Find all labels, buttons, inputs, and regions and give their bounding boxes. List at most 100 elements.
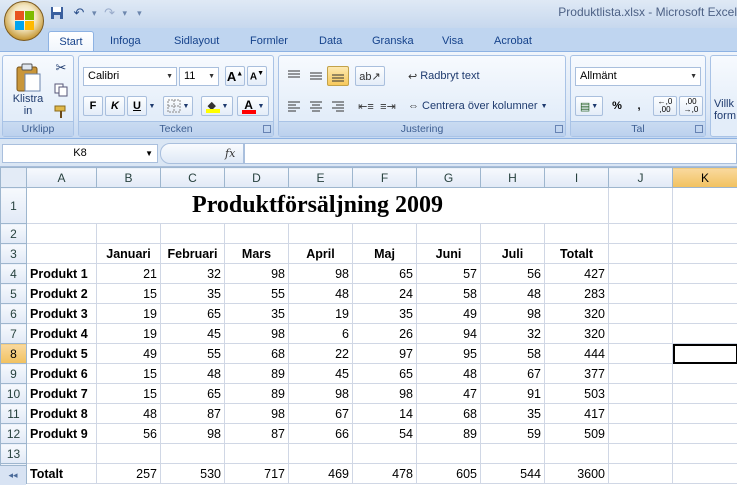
row-total-cell[interactable]: 320 <box>544 323 609 344</box>
cell[interactable] <box>416 443 481 464</box>
value-cell[interactable]: 67 <box>480 363 545 384</box>
value-cell[interactable]: 19 <box>288 303 353 324</box>
cell[interactable] <box>672 303 737 324</box>
tab-visa[interactable]: Visa <box>436 31 469 52</box>
column-header[interactable]: I <box>544 167 609 188</box>
cell[interactable] <box>608 303 673 324</box>
total-cell[interactable]: 478 <box>352 463 417 484</box>
value-cell[interactable]: 14 <box>352 403 417 424</box>
undo-dropdown-icon[interactable]: ▾ <box>92 8 97 19</box>
product-name-cell[interactable]: Produkt 2 <box>26 283 97 304</box>
month-header-cell[interactable]: Juni <box>416 243 481 264</box>
value-cell[interactable]: 45 <box>288 363 353 384</box>
wrap-text-button[interactable]: ↩ Radbryt text <box>407 66 497 86</box>
cell[interactable] <box>672 463 737 484</box>
row-total-cell[interactable]: 427 <box>544 263 609 284</box>
grow-font-button[interactable]: A▲ <box>225 66 245 86</box>
decrease-decimal-button[interactable]: ,00 →,0 <box>679 96 703 116</box>
value-cell[interactable]: 98 <box>352 383 417 404</box>
row-total-cell[interactable]: 283 <box>544 283 609 304</box>
row-header[interactable]: 12 <box>0 423 27 444</box>
insert-function-icon[interactable]: fx <box>225 147 235 160</box>
cell[interactable] <box>26 243 97 264</box>
number-format-select[interactable]: Allmänt ▼ <box>575 67 701 86</box>
value-cell[interactable]: 95 <box>416 343 481 364</box>
total-cell[interactable]: 605 <box>416 463 481 484</box>
value-cell[interactable]: 6 <box>288 323 353 344</box>
font-dialog-launcher-icon[interactable] <box>263 125 271 133</box>
tab-acrobat[interactable]: Acrobat <box>488 31 538 52</box>
total-cell[interactable]: 530 <box>160 463 225 484</box>
value-cell[interactable]: 19 <box>96 303 161 324</box>
cell[interactable] <box>672 363 737 384</box>
total-cell[interactable]: 717 <box>224 463 289 484</box>
month-header-cell[interactable]: Februari <box>160 243 225 264</box>
select-all-button[interactable] <box>0 167 27 188</box>
value-cell[interactable]: 35 <box>352 303 417 324</box>
value-cell[interactable]: 56 <box>480 263 545 284</box>
product-name-cell[interactable]: Produkt 9 <box>26 423 97 444</box>
cell[interactable] <box>672 283 737 304</box>
product-name-cell[interactable]: Produkt 4 <box>26 323 97 344</box>
row-header[interactable]: 3 <box>0 243 27 264</box>
column-header[interactable]: H <box>480 167 545 188</box>
value-cell[interactable]: 21 <box>96 263 161 284</box>
percent-style-button[interactable]: % <box>607 96 627 116</box>
underline-button[interactable]: U <box>127 96 147 116</box>
value-cell[interactable]: 58 <box>416 283 481 304</box>
month-header-cell[interactable]: Juli <box>480 243 545 264</box>
row-total-cell[interactable]: 377 <box>544 363 609 384</box>
copy-button[interactable] <box>51 80 71 100</box>
value-cell[interactable]: 94 <box>416 323 481 344</box>
align-left-button[interactable] <box>283 96 305 116</box>
value-cell[interactable]: 26 <box>352 323 417 344</box>
value-cell[interactable]: 54 <box>352 423 417 444</box>
product-name-cell[interactable]: Produkt 8 <box>26 403 97 424</box>
value-cell[interactable]: 97 <box>352 343 417 364</box>
value-cell[interactable]: 87 <box>160 403 225 424</box>
row-header[interactable]: 7 <box>0 323 27 344</box>
row-header[interactable]: 9 <box>0 363 27 384</box>
row-header[interactable]: 6 <box>0 303 27 324</box>
month-header-cell[interactable]: Mars <box>224 243 289 264</box>
cell[interactable] <box>608 443 673 464</box>
cell[interactable] <box>608 187 673 224</box>
cell[interactable] <box>672 423 737 444</box>
align-center-button[interactable] <box>305 96 327 116</box>
tab-sidlayout[interactable]: Sidlayout <box>168 31 225 52</box>
value-cell[interactable]: 22 <box>288 343 353 364</box>
cell[interactable] <box>608 383 673 404</box>
row-header[interactable]: 13 <box>0 443 27 464</box>
cell[interactable] <box>672 187 737 224</box>
cell[interactable] <box>672 263 737 284</box>
cell[interactable] <box>608 323 673 344</box>
orientation-button[interactable]: ab↗ <box>355 66 385 86</box>
cell[interactable] <box>224 443 289 464</box>
align-right-button[interactable] <box>327 96 349 116</box>
cell[interactable] <box>480 443 545 464</box>
cell[interactable] <box>96 443 161 464</box>
undo-icon[interactable]: ↶ <box>70 4 88 22</box>
total-label-cell[interactable]: Totalt <box>26 463 97 484</box>
align-middle-button[interactable] <box>305 66 327 86</box>
row-total-cell[interactable]: 444 <box>544 343 609 364</box>
cell[interactable] <box>288 223 353 244</box>
tab-formler[interactable]: Formler <box>244 31 294 52</box>
office-button[interactable] <box>4 1 44 41</box>
value-cell[interactable]: 55 <box>224 283 289 304</box>
font-color-button[interactable]: A ▼ <box>237 96 269 116</box>
row-header[interactable]: 10 <box>0 383 27 404</box>
merge-center-button[interactable]: ⇔ Centrera över kolumner ▼ <box>407 96 563 116</box>
value-cell[interactable]: 35 <box>480 403 545 424</box>
cell[interactable] <box>480 223 545 244</box>
cell[interactable] <box>608 423 673 444</box>
value-cell[interactable]: 35 <box>160 283 225 304</box>
value-cell[interactable]: 59 <box>480 423 545 444</box>
align-bottom-button[interactable] <box>327 66 349 86</box>
value-cell[interactable]: 91 <box>480 383 545 404</box>
value-cell[interactable]: 48 <box>96 403 161 424</box>
column-header[interactable]: J <box>608 167 673 188</box>
font-size-select[interactable]: 11 ▼ <box>179 67 219 86</box>
value-cell[interactable]: 32 <box>160 263 225 284</box>
sheet-title-cell[interactable]: Produktförsäljning 2009 <box>26 187 609 224</box>
